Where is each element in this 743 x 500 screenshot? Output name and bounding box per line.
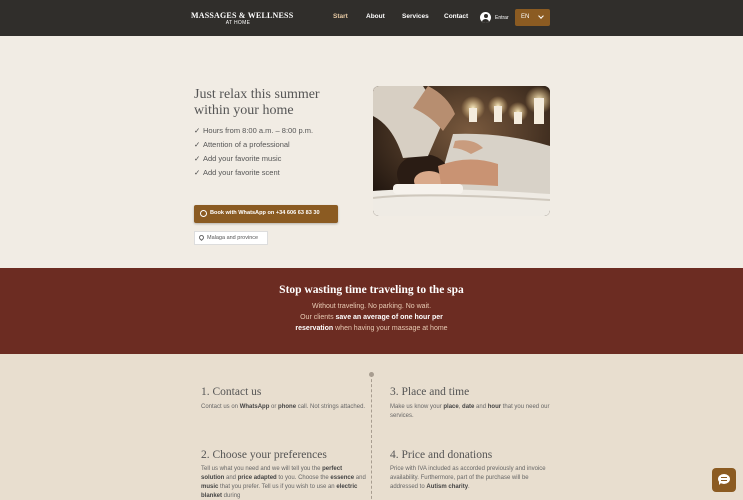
nav-start[interactable]: Start — [333, 13, 348, 20]
language-select[interactable]: EN — [515, 9, 550, 26]
check-icon: ✓ — [194, 140, 201, 149]
step-1-title: 1. Contact us — [201, 386, 262, 398]
promo-band: Stop wasting time traveling to the spa W… — [0, 268, 743, 354]
whatsapp-icon — [200, 210, 207, 217]
chat-button[interactable] — [712, 468, 736, 492]
step-4-title: 4. Price and donations — [390, 449, 493, 461]
band-line-1: Without traveling. No parking. No wait. — [311, 303, 432, 310]
massage-photo-graphic — [373, 86, 550, 216]
step-2-title: 2. Choose your preferences — [201, 449, 327, 461]
step-3-title: 3. Place and time — [390, 386, 470, 398]
user-icon[interactable] — [480, 12, 491, 23]
nav-services[interactable]: Services — [402, 13, 429, 20]
feature-list: ✓ Hours from 8:00 a.m. – 8:00 p.m. ✓ Atten… — [194, 126, 313, 182]
hero-section: Just relax this summer within your home … — [0, 36, 743, 268]
step-3-text: Make us know your place, date and hour t… — [390, 404, 550, 419]
check-icon: ✓ — [194, 154, 201, 163]
language-code: EN — [521, 14, 530, 20]
chat-lines-icon — [721, 477, 727, 481]
whatsapp-book-button[interactable]: Book with WhatsApp on +34 606 63 83 30 — [194, 205, 338, 223]
band-title: Stop wasting time traveling to the spa — [279, 284, 464, 296]
massage-photo — [373, 86, 550, 216]
logo-title: MASSAGES & WELLNESS — [191, 11, 294, 20]
login-link[interactable]: Entrar — [495, 15, 509, 21]
feature-item: ✓ Attention of a professional — [194, 140, 290, 149]
timeline-divider — [371, 374, 372, 500]
check-icon: ✓ — [194, 168, 201, 177]
check-icon: ✓ — [194, 126, 201, 135]
step-4-text: Price with IVA included as accorded prev… — [390, 466, 546, 490]
nav-about[interactable]: About — [366, 13, 385, 20]
location-badge[interactable]: Malaga and province — [194, 231, 268, 245]
nav-contact[interactable]: Contact — [444, 13, 468, 20]
band-line-2: Our clients save an average of one hour … — [300, 314, 443, 321]
step-2-text: Tell us what you need and we will tell y… — [201, 466, 366, 499]
step-1-text: Contact us on WhatsApp or phone call. No… — [201, 404, 366, 410]
steps-section: 1. Contact us Contact us on WhatsApp or … — [0, 354, 743, 500]
feature-item: ✓ Add your favorite music — [194, 154, 282, 163]
feature-item: ✓ Add your favorite scent — [194, 168, 280, 177]
logo-subtitle: AT HOME — [225, 20, 251, 26]
feature-item: ✓ Hours from 8:00 a.m. – 8:00 p.m. — [194, 126, 314, 135]
site-header: MASSAGES & WELLNESS AT HOME Start About … — [0, 0, 743, 36]
location-pin-icon — [197, 233, 206, 242]
hero-title: Just relax this summer within your home — [194, 87, 320, 118]
site-logo[interactable]: MASSAGES & WELLNESS AT HOME — [191, 11, 294, 27]
timeline-dot — [369, 372, 374, 377]
band-line-3: reservation when having your massage at … — [295, 325, 448, 332]
chevron-down-icon — [538, 13, 544, 19]
